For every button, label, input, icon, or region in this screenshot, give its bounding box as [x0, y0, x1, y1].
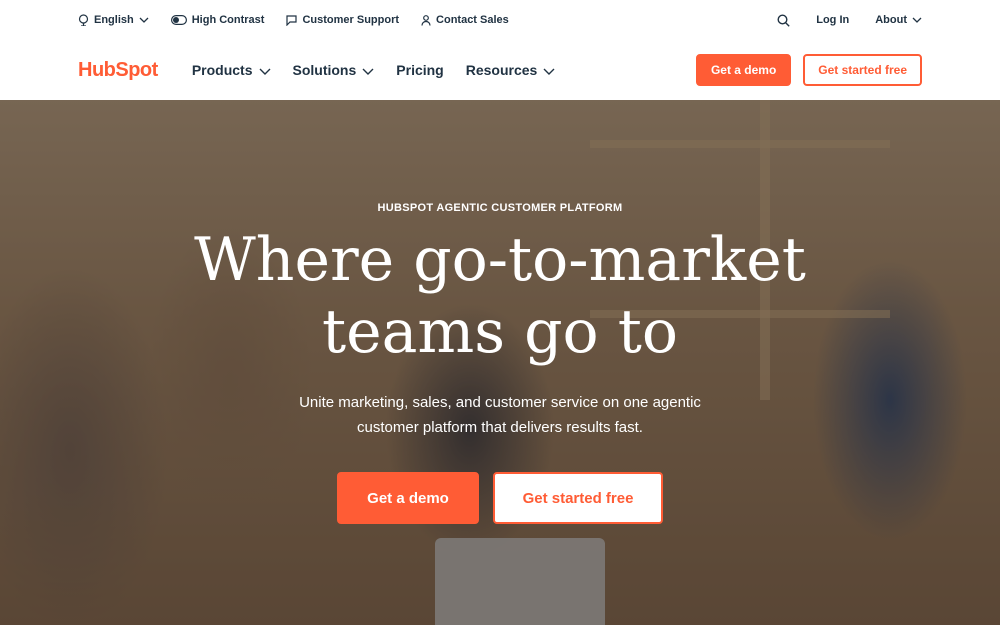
person-icon	[421, 14, 431, 26]
search-button[interactable]	[777, 13, 790, 27]
nav-item-pricing[interactable]: Pricing	[396, 62, 443, 78]
login-label: Log In	[816, 14, 850, 26]
customer-support-link[interactable]: Customer Support	[286, 14, 399, 26]
globe-icon	[78, 14, 89, 26]
nav-item-resources[interactable]: Resources	[466, 62, 556, 78]
get-demo-button[interactable]: Get a demo	[695, 54, 792, 86]
language-selector[interactable]: English	[78, 14, 149, 26]
chevron-down-icon	[543, 62, 555, 78]
chevron-down-icon	[912, 17, 922, 23]
chevron-down-icon	[362, 62, 374, 78]
chevron-down-icon	[259, 62, 271, 78]
high-contrast-label: High Contrast	[191, 14, 265, 26]
hero-subtext: Unite marketing, sales, and customer ser…	[0, 390, 1000, 440]
about-label: About	[875, 14, 907, 26]
utility-right: Log In About	[751, 13, 922, 27]
hero-actions: Get a demo Get started free	[0, 472, 1000, 524]
nav-item-solutions[interactable]: Solutions	[293, 62, 375, 78]
chat-icon	[286, 14, 298, 26]
hero-headline: Where go-to-market teams go to	[0, 224, 1000, 368]
hero-headline-line: teams go to	[322, 297, 678, 367]
about-menu[interactable]: About	[875, 14, 922, 26]
login-link[interactable]: Log In	[816, 14, 849, 26]
chevron-down-icon	[139, 17, 149, 23]
utility-left: English High Contrast Customer Support C…	[78, 14, 531, 26]
nav-item-label: Solutions	[292, 62, 357, 78]
main-nav: HubSpot Products Solutions Pricing Resou…	[0, 40, 1000, 100]
hero-content: HUBSPOT AGENTIC CUSTOMER PLATFORM Where …	[0, 100, 1000, 625]
language-label: English	[94, 14, 134, 26]
nav-item-products[interactable]: Products	[192, 62, 271, 78]
hubspot-logo[interactable]: HubSpot	[78, 59, 158, 82]
hero-subtext-line: customer platform that delivers results …	[357, 419, 643, 436]
high-contrast-toggle[interactable]: High Contrast	[170, 14, 265, 26]
nav-actions: Get a demo Get started free	[695, 54, 922, 86]
search-icon	[777, 13, 790, 27]
hero-get-started-free-button[interactable]: Get started free	[493, 472, 663, 524]
toggle-icon	[170, 15, 187, 25]
utility-bar: English High Contrast Customer Support C…	[0, 0, 1000, 40]
nav-item-label: Pricing	[396, 62, 444, 78]
hero-headline-line: Where go-to-market	[194, 225, 806, 295]
hero-subtext-line: Unite marketing, sales, and customer ser…	[299, 394, 701, 411]
hero-get-demo-button[interactable]: Get a demo	[337, 472, 479, 524]
hero-eyebrow: HUBSPOT AGENTIC CUSTOMER PLATFORM	[377, 202, 623, 214]
get-started-free-button[interactable]: Get started free	[803, 54, 922, 86]
customer-support-label: Customer Support	[302, 14, 400, 26]
contact-sales-label: Contact Sales	[436, 14, 509, 26]
hero-section: HUBSPOT AGENTIC CUSTOMER PLATFORM Where …	[0, 100, 1000, 625]
logo-text: HubSpot	[78, 58, 158, 81]
nav-item-label: Resources	[465, 62, 538, 78]
contact-sales-link[interactable]: Contact Sales	[421, 14, 509, 26]
nav-item-label: Products	[191, 62, 253, 78]
